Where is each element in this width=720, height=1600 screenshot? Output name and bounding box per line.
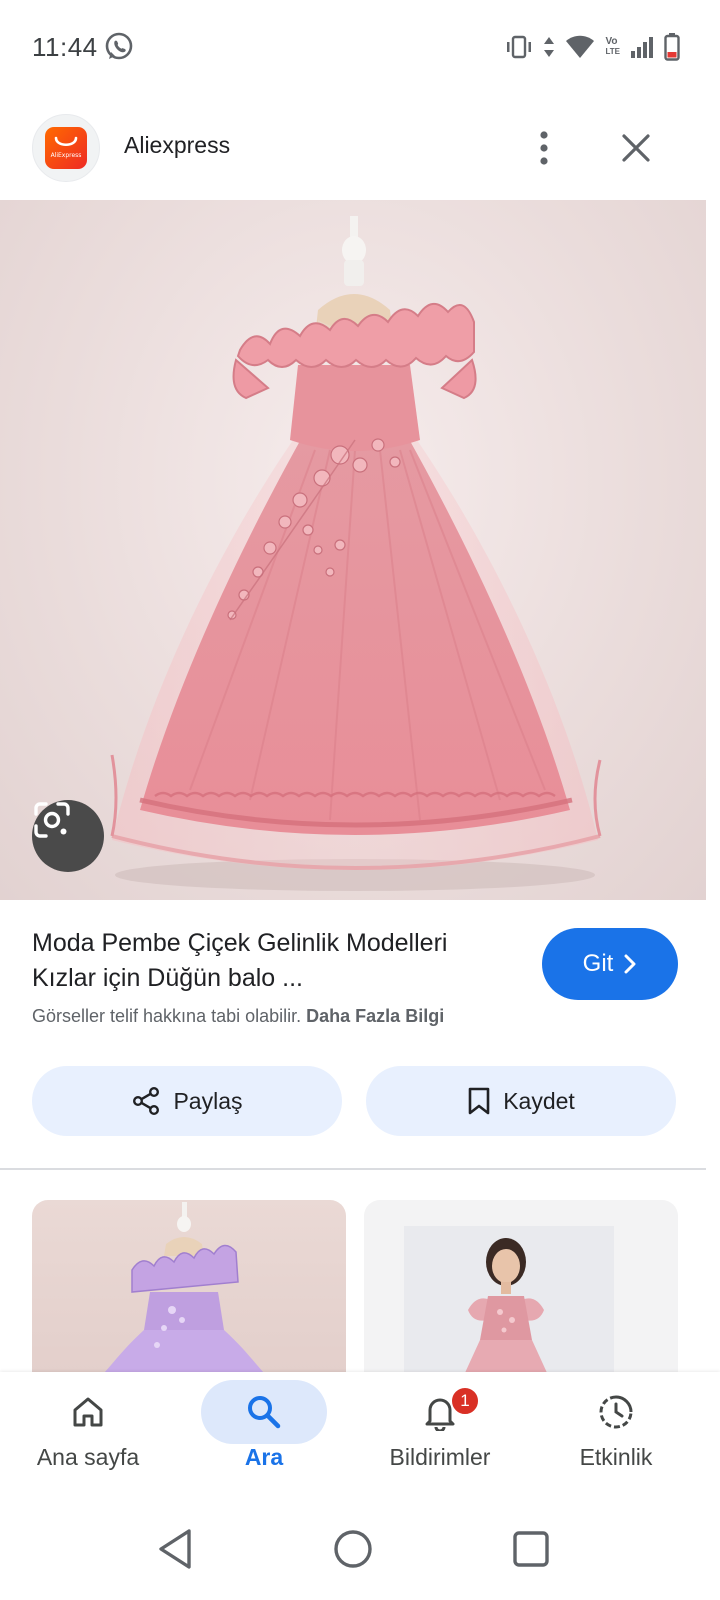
volte-icon: Vo LTE [605,37,620,57]
visit-button[interactable]: Git [542,928,678,1000]
notice-text: Görseller telif hakkına tabi olabilir. [32,1006,302,1026]
nav-item-activity[interactable]: Etkinlik [528,1372,704,1502]
divider [0,1168,706,1170]
more-vert-icon [540,131,548,165]
nav-activity-label: Etkinlik [579,1444,653,1470]
save-label: Kaydet [503,1087,575,1114]
visit-button-label: Git [582,950,614,977]
data-arrows-icon [543,35,555,59]
home-icon [73,1397,103,1427]
result-title[interactable]: Moda Pembe Çiçek Gelinlik Modelleri Kızl… [32,926,512,996]
activity-icon [599,1395,633,1429]
home-circle-icon [334,1530,372,1568]
bottom-navigation: Ana sayfa Ara 1 Bildirimler Etkinlik [0,1372,720,1502]
search-icon [248,1396,281,1429]
back-button[interactable] [150,1524,200,1574]
nav-search-icon-wrap [201,1380,327,1444]
nav-activity-icon-wrap [553,1380,679,1444]
aliexpress-logo-icon: AliExpress [45,127,87,169]
nav-notifications-label: Bildirimler [389,1444,491,1470]
share-label: Paylaş [173,1087,243,1114]
close-icon [622,134,650,162]
bookmark-icon [468,1087,490,1115]
battery-icon [664,33,680,61]
notification-badge: 1 [450,1386,480,1416]
site-name[interactable]: Aliexpress [124,132,230,159]
status-icons: Vo LTE [505,30,680,64]
main-image[interactable] [0,200,706,900]
back-triangle-icon [159,1529,191,1569]
more-options-button[interactable] [524,124,564,172]
nav-item-notifications[interactable]: 1 Bildirimler [352,1372,528,1502]
related-image-purple-dress[interactable] [32,1200,346,1375]
signal-icon [630,36,654,58]
pink-dress-illustration [110,216,602,891]
volte-bottom-label: LTE [605,47,620,56]
related-image-girl-dress[interactable] [364,1200,678,1375]
girl-dress-thumbnail [404,1226,614,1375]
wifi-icon [565,35,595,59]
status-time: 11:44 [32,32,98,62]
chevron-right-icon [624,954,636,974]
header: AliExpress Aliexpress [0,100,720,196]
recents-button[interactable] [506,1524,556,1574]
nav-item-home[interactable]: Ana sayfa [0,1372,176,1502]
nav-home-label: Ana sayfa [36,1444,140,1470]
home-system-button[interactable] [328,1524,378,1574]
close-button[interactable] [612,124,660,172]
site-logo: AliExpress [32,114,100,182]
nav-home-icon-wrap [25,1380,151,1444]
lens-icon [34,802,70,838]
nav-item-search[interactable]: Ara [176,1372,352,1502]
learn-more-link[interactable]: Daha Fazla Bilgi [306,1006,444,1026]
share-button[interactable]: Paylaş [32,1066,342,1136]
save-button[interactable]: Kaydet [366,1066,676,1136]
whatsapp-icon [102,30,136,64]
nav-search-label: Ara [244,1444,284,1470]
status-bar: 11:44 Vo LTE [0,0,720,96]
logo-text: AliExpress [50,152,82,159]
copyright-notice: Görseller telif hakkına tabi olabilir. D… [32,1006,444,1027]
system-navigation [0,1502,720,1600]
vibrate-icon [505,34,533,60]
recents-square-icon [513,1531,549,1567]
share-icon [133,1087,160,1116]
nav-notifications-icon-wrap [377,1380,503,1444]
google-lens-button[interactable] [32,800,104,872]
purple-dress-thumbnail [102,1202,266,1375]
volte-top-label: Vo [605,36,618,47]
